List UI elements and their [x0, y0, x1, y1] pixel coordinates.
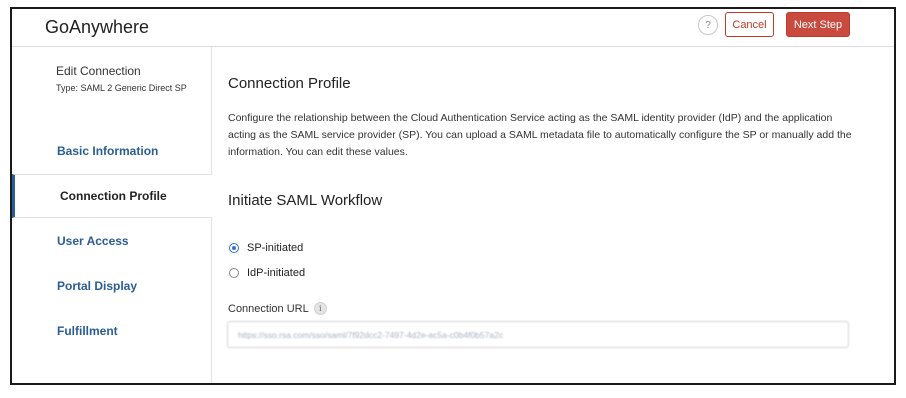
page-title: Connection Profile: [228, 75, 351, 92]
connection-type-label: Type: SAML 2 Generic Direct SP: [56, 83, 187, 93]
connection-url-input[interactable]: [227, 321, 849, 348]
idp-initiated-label: IdP-initiated: [247, 267, 306, 279]
top-bar: GoAnywhere ? Cancel Next Step: [12, 9, 894, 47]
cancel-button[interactable]: Cancel: [725, 12, 774, 37]
sp-initiated-label: SP-initiated: [247, 242, 304, 254]
connection-url-label: Connection URL: [228, 302, 309, 315]
sidebar-item-basic-information[interactable]: Basic Information: [12, 129, 212, 173]
idp-initiated-radio[interactable]: [229, 268, 239, 278]
connection-url-label-row: Connection URL i: [228, 302, 327, 315]
next-step-button[interactable]: Next Step: [786, 12, 850, 37]
info-icon[interactable]: i: [313, 302, 327, 315]
page-description: Configure the relationship between the C…: [228, 112, 852, 158]
sidebar-item-portal-display[interactable]: Portal Display: [12, 264, 212, 308]
help-button[interactable]: ?: [698, 15, 718, 35]
app-window: GoAnywhere ? Cancel Next Step Edit Conne…: [10, 7, 896, 385]
sidebar-item-connection-profile[interactable]: Connection Profile: [12, 174, 212, 218]
sp-initiated-option[interactable]: SP-initiated: [229, 242, 303, 254]
sidebar-item-fulfillment[interactable]: Fulfillment: [12, 309, 212, 353]
sidebar-item-user-access[interactable]: User Access: [12, 219, 212, 263]
sp-initiated-radio[interactable]: [229, 243, 239, 253]
idp-initiated-option[interactable]: IdP-initiated: [229, 267, 305, 279]
app-title: GoAnywhere: [45, 17, 150, 37]
main-content: Connection Profile Configure the relatio…: [227, 47, 887, 383]
sidebar: Edit Connection Type: SAML 2 Generic Dir…: [12, 47, 212, 383]
workflow-heading: Initiate SAML Workflow: [228, 192, 383, 209]
edit-connection-heading: Edit Connection: [56, 64, 141, 78]
